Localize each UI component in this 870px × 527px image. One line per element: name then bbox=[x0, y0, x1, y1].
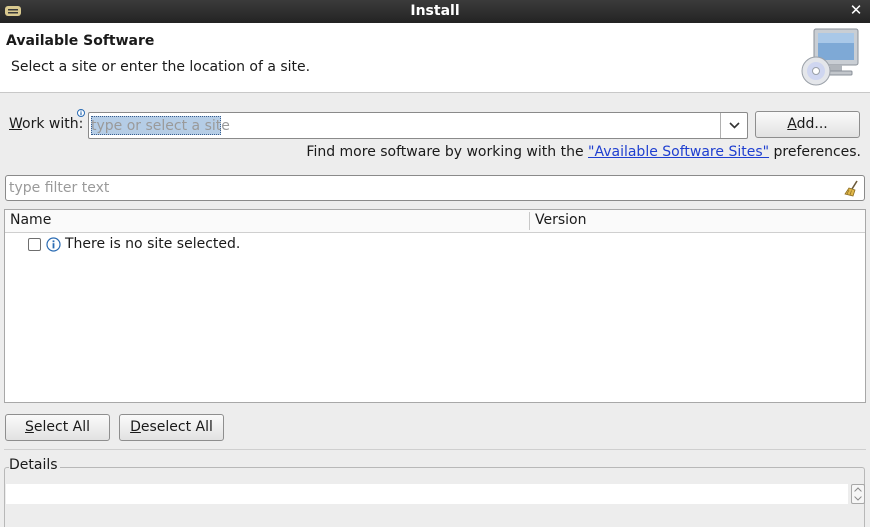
computer-cd-icon bbox=[801, 28, 859, 86]
select-all-button[interactable]: Select All bbox=[5, 414, 110, 441]
row-name: There is no site selected. bbox=[65, 236, 241, 252]
details-scrollbar[interactable] bbox=[851, 484, 865, 504]
details-label: Details bbox=[9, 457, 60, 473]
work-with-input[interactable] bbox=[91, 115, 721, 136]
dropdown-button[interactable] bbox=[720, 113, 747, 138]
wizard-header: Available Software Select a site or ente… bbox=[0, 23, 870, 93]
row-checkbox[interactable] bbox=[28, 238, 41, 251]
page-title: Available Software bbox=[6, 33, 155, 49]
deselect-all-button[interactable]: Deselect All bbox=[119, 414, 224, 441]
page-description: Select a site or enter the location of a… bbox=[11, 59, 311, 75]
info-icon bbox=[46, 237, 61, 252]
available-software-sites-link[interactable]: "Available Software Sites" bbox=[588, 144, 769, 160]
find-more-text: Find more software by working with the "… bbox=[306, 144, 861, 160]
close-icon[interactable]: ✕ bbox=[848, 1, 864, 21]
column-header-version[interactable]: Version bbox=[535, 212, 586, 228]
work-with-combo[interactable] bbox=[88, 112, 748, 139]
chevron-down-icon bbox=[729, 122, 740, 129]
software-table: Name Version There is no site selected. bbox=[4, 209, 866, 403]
filter-field[interactable] bbox=[5, 175, 865, 201]
clear-filter-broom-icon[interactable] bbox=[844, 180, 860, 197]
column-header-name[interactable]: Name bbox=[10, 212, 51, 228]
window-title: Install bbox=[410, 3, 460, 19]
scroll-arrows-icon bbox=[854, 487, 862, 501]
add-site-button[interactable]: Add... bbox=[755, 111, 860, 138]
filter-input[interactable] bbox=[9, 178, 829, 198]
column-divider[interactable] bbox=[529, 212, 530, 230]
section-divider bbox=[4, 449, 866, 450]
window-titlebar: Install ✕ bbox=[0, 0, 870, 23]
table-header: Name Version bbox=[5, 210, 865, 233]
table-row[interactable]: There is no site selected. bbox=[5, 234, 865, 256]
details-text-area[interactable] bbox=[6, 484, 848, 504]
info-decoration-icon bbox=[77, 109, 85, 117]
details-group bbox=[4, 467, 865, 527]
work-with-label: Work with: bbox=[9, 116, 84, 132]
